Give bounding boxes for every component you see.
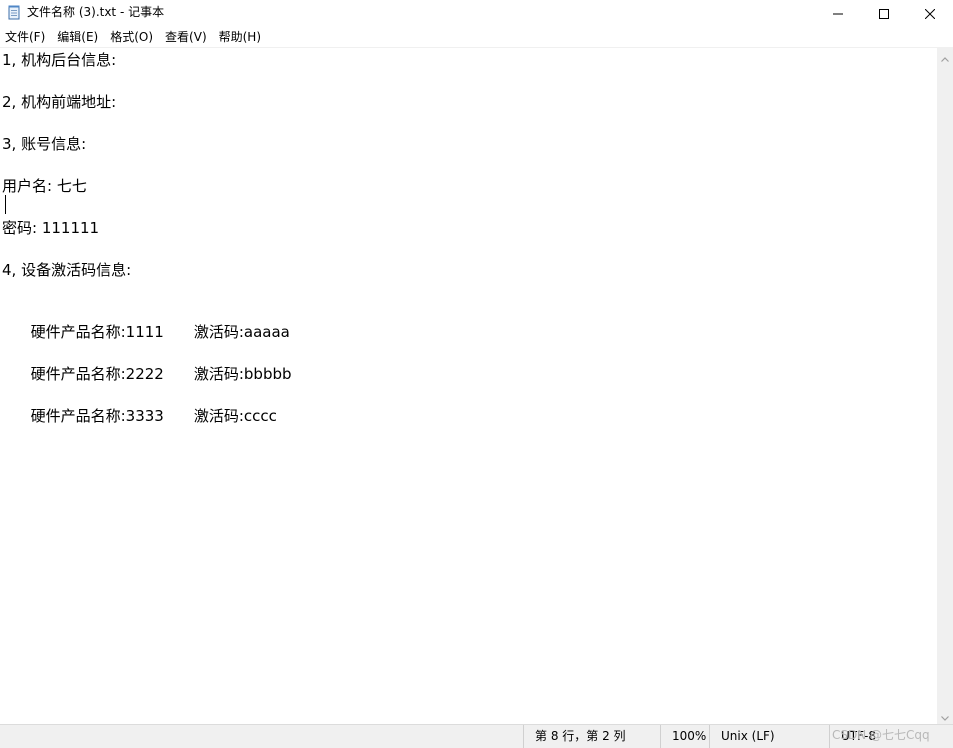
chevron-down-icon <box>941 706 949 725</box>
text-line: 密码: 111111 <box>2 219 100 237</box>
text-line: 2, 机构前端地址: <box>2 93 117 111</box>
minimize-icon <box>833 4 843 23</box>
menu-view[interactable]: 查看(V) <box>160 27 214 47</box>
maximize-icon <box>879 4 889 23</box>
menu-help[interactable]: 帮助(H) <box>214 27 268 47</box>
chevron-up-icon <box>941 47 949 66</box>
close-icon <box>924 4 936 23</box>
line-ending: Unix (LF) <box>709 725 821 748</box>
menu-format[interactable]: 格式(O) <box>105 27 160 47</box>
product-name: 硬件产品名称:3333 <box>30 407 164 425</box>
minimize-button[interactable] <box>815 0 861 27</box>
menu-file[interactable]: 文件(F) <box>0 27 52 47</box>
text-line: 3, 账号信息: <box>2 135 87 153</box>
text-line: 硬件产品名称:3333 激活码:cccc <box>2 386 277 446</box>
menu-bar: 文件(F) 编辑(E) 格式(O) 查看(V) 帮助(H) <box>0 27 953 48</box>
watermark: CSDN @七七Cqq <box>832 728 930 742</box>
menu-edit[interactable]: 编辑(E) <box>52 27 105 47</box>
text-line: 用户名: 七七 <box>2 177 87 195</box>
notepad-icon <box>7 5 21 20</box>
text-line: 4, 设备激活码信息: <box>2 261 132 279</box>
cursor-position: 第 8 行，第 2 列 <box>523 725 660 748</box>
text-editor[interactable]: 1, 机构后台信息: 2, 机构前端地址: 3, 账号信息: 用户名: 七七 密… <box>0 48 937 724</box>
product-name: 硬件产品名称:1111 <box>30 323 164 341</box>
product-name: 硬件产品名称:2222 <box>30 365 164 383</box>
text-line: 1, 机构后台信息: <box>2 51 117 69</box>
activation-code: 激活码:aaaaa <box>193 323 290 341</box>
title-bar[interactable]: 文件名称 (3).txt - 记事本 <box>0 0 953 27</box>
vertical-scrollbar[interactable] <box>937 48 953 724</box>
zoom-level: 100% <box>660 725 712 748</box>
scroll-down-button[interactable] <box>937 707 953 724</box>
activation-code: 激活码:bbbbb <box>193 365 292 383</box>
status-bar: 第 8 行，第 2 列 100% Unix (LF) UTF-8 <box>0 724 953 748</box>
activation-code: 激活码:cccc <box>193 407 277 425</box>
window-title: 文件名称 (3).txt - 记事本 <box>27 5 165 19</box>
scroll-up-button[interactable] <box>937 48 953 65</box>
close-button[interactable] <box>907 0 953 27</box>
text-caret <box>5 195 6 214</box>
notepad-window: 文件名称 (3).txt - 记事本 文件(F) 编辑(E) 格式(O) 查看(… <box>0 0 953 748</box>
maximize-button[interactable] <box>861 0 907 27</box>
